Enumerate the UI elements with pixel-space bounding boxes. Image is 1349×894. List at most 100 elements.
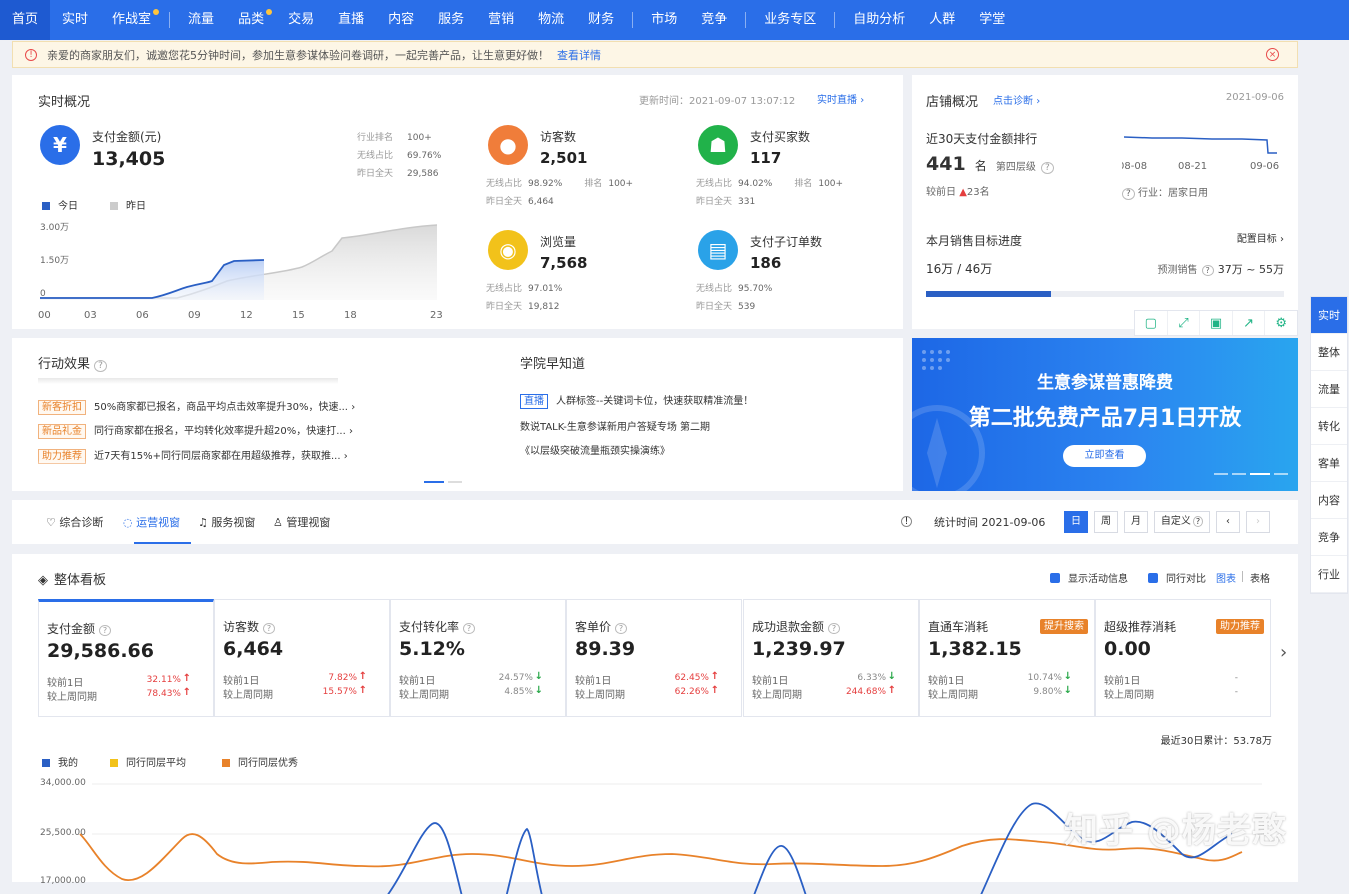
industry-label: ? 行业：居家日用 [1122, 184, 1208, 200]
banner-view-button[interactable]: 立即查看 [1063, 445, 1146, 467]
carousel-dots[interactable] [424, 468, 464, 483]
nav-label: 品类 [238, 12, 265, 27]
shop-date: 2021-09-06 [1225, 92, 1284, 103]
quick-nav-2[interactable]: 流量 [1311, 371, 1347, 408]
nav-item-4[interactable]: 品类 [226, 0, 276, 40]
period-month-button[interactable]: 月 [1124, 511, 1148, 533]
x-tick: 09-06 [1250, 161, 1279, 172]
quick-nav-4[interactable]: 客单 [1311, 445, 1347, 482]
today-area [40, 260, 264, 300]
show-activity-checkbox[interactable]: 显示活动信息 [1050, 570, 1128, 585]
kpi-badge[interactable]: 助力推荐 [1216, 619, 1264, 634]
kpi-card[interactable]: 支付转化率 ? 5.12% 较前1日 较上周同期 24.57% 4.85% ↓ ↓ [390, 599, 566, 717]
share-icon[interactable]: ↗ [1233, 311, 1266, 335]
banner-carousel-dots[interactable] [1210, 460, 1288, 479]
quick-nav-0[interactable]: 实时 [1311, 297, 1347, 334]
live-link[interactable]: 实时直播 › [817, 91, 864, 106]
copy-icon[interactable]: ▢ [1135, 311, 1168, 335]
goal-value: 16万 / 46万 [926, 262, 993, 276]
nav-item-16[interactable]: 人群 [917, 0, 967, 40]
nav-item-6[interactable]: 直播 [326, 0, 376, 40]
nav-item-10[interactable]: 物流 [526, 0, 576, 40]
realtime-title: 实时概况 [38, 95, 91, 110]
rank-value: 441 名 第四层级 ? [926, 153, 1054, 175]
expand-icon[interactable]: ⤢ [1168, 311, 1201, 335]
kpi-vs-day-value: 24.57% [498, 673, 533, 683]
quick-nav-7[interactable]: 行业 [1311, 556, 1347, 593]
nav-item-7[interactable]: 内容 [376, 0, 426, 40]
kpi-name: 支付转化率 ? [399, 618, 476, 635]
nav-item-8[interactable]: 服务 [426, 0, 476, 40]
realtime-trend-chart: 3.00万 1.50万 0 00 03 06 09 12 15 18 23 [38, 223, 443, 321]
academy-item[interactable]: 数说TALK-生意参谋新用户答疑专场 第二期 [520, 418, 710, 433]
x-tick: 03 [84, 310, 97, 321]
action-item[interactable]: 新品礼金 同行商家都在报名，平均转化效率提升超20%，快速打... › [38, 422, 353, 439]
users-icon: ☗ [698, 125, 738, 165]
kpi-vs-week-label: 较上周同期 [752, 690, 802, 701]
nav-item-1[interactable]: 实时 [50, 0, 100, 40]
kpi-vs-week-value: - [1234, 687, 1238, 697]
view-table-link[interactable]: 表格 [1250, 570, 1270, 585]
nav-item-17[interactable]: 学堂 [967, 0, 1017, 40]
kpi-vs-week-value: 62.26% [674, 687, 709, 697]
arrow-up-icon: ↑ [710, 671, 719, 682]
kpi-card[interactable]: 超级推荐消耗 助力推荐 0.00 较前1日 较上周同期 - - [1095, 599, 1271, 717]
nav-item-15[interactable]: 自助分析 [841, 0, 917, 40]
kpi-next-button[interactable]: › [1280, 642, 1287, 663]
chevron-right-icon: › [1280, 234, 1284, 245]
peer-compare-checkbox[interactable]: 同行对比 [1148, 570, 1206, 585]
goal-config-link[interactable]: 配置目标 › [1237, 230, 1284, 245]
kpi-card[interactable]: 客单价 ? 89.39 较前1日 较上周同期 62.45% 62.26% ↑ ↑ [566, 599, 742, 717]
period-week-button[interactable]: 周 [1094, 511, 1118, 533]
academy-item[interactable]: 《以层级突破流量瓶颈实操演练》 [520, 442, 670, 457]
nav-item-5[interactable]: 交易 [276, 0, 326, 40]
tab-overview[interactable]: ♡ 综合诊断 [46, 514, 103, 530]
pay-wireless: 无线占比 69.76% [357, 151, 442, 161]
arrow-down-icon: ↓ [534, 671, 543, 682]
nav-label: 作战室 [112, 12, 152, 27]
next-date-button[interactable]: › [1246, 511, 1270, 533]
banner-subtitle: 第二批免费产品7月1日开放 [968, 406, 1242, 431]
diagnose-link[interactable]: 点击诊断 › [993, 92, 1040, 107]
notice-detail-link[interactable]: 查看详情 [557, 47, 601, 63]
period-custom-button[interactable]: 自定义? [1154, 511, 1210, 533]
quick-nav-5[interactable]: 内容 [1311, 482, 1347, 519]
help-icon: ? [614, 623, 628, 634]
nav-item-13[interactable]: 竞争 [689, 0, 739, 40]
info-icon[interactable]: ! [901, 516, 912, 527]
promo-banner[interactable]: 生意参谋普惠降费 第二批免费产品7月1日开放 立即查看 [912, 338, 1298, 491]
arrow-down-icon: ↓ [887, 671, 896, 682]
save-icon[interactable]: ▣ [1200, 311, 1233, 335]
visitors-value: 2,501 [540, 149, 588, 167]
gear-icon[interactable]: ⚙ [1265, 311, 1297, 335]
close-icon[interactable]: × [1266, 48, 1279, 61]
nav-item-0[interactable]: 首页 [0, 0, 51, 40]
kpi-card[interactable]: 支付金额 ? 29,586.66 较前1日 较上周同期 32.11% 78.43% ↑ ↑ [38, 599, 214, 717]
prev-date-button[interactable]: ‹ [1216, 511, 1240, 533]
arrow-down-icon: ↓ [1063, 685, 1072, 696]
quick-nav-3[interactable]: 转化 [1311, 408, 1347, 445]
nav-item-14[interactable]: 业务专区 [752, 0, 828, 40]
kpi-vs-week-value: 9.80% [1033, 687, 1062, 697]
views-yesterday: 昨日全天 19,812 [486, 302, 560, 312]
action-item[interactable]: 新客折扣 50%商家都已报名，商品平均点击效率提升30%，快速... › [38, 398, 355, 415]
period-day-button[interactable]: 日 [1064, 511, 1088, 533]
tab-operations[interactable]: ◌ 运营视窗 [123, 514, 180, 530]
kpi-card[interactable]: 直通车消耗 提升搜索 1,382.15 较前1日 较上周同期 10.74% 9.80% ↓ ↓ [919, 599, 1095, 717]
nav-item-9[interactable]: 营销 [476, 0, 526, 40]
nav-item-3[interactable]: 流量 [176, 0, 226, 40]
nav-item-2[interactable]: 作战室 [100, 0, 163, 40]
academy-item[interactable]: 直播 人群标签--关键词卡位，快速获取精准流量！ [520, 392, 753, 409]
tab-management[interactable]: ♙ 管理视窗 [273, 514, 330, 530]
kpi-badge[interactable]: 提升搜索 [1040, 619, 1088, 634]
kpi-card[interactable]: 成功退款金额 ? 1,239.97 较前1日 较上周同期 6.33% 244.68% ↓ ↑ [743, 599, 919, 717]
kpi-card[interactable]: 访客数 ? 6,464 较前1日 较上周同期 7.82% 15.57% ↑ ↑ [214, 599, 390, 717]
quick-nav-6[interactable]: 竞争 [1311, 519, 1347, 556]
quick-nav-1[interactable]: 整体 [1311, 334, 1347, 371]
nav-item-11[interactable]: 财务 [576, 0, 626, 40]
nav-item-12[interactable]: 市场 [639, 0, 689, 40]
view-chart-link[interactable]: 图表 [1216, 570, 1236, 585]
tab-service[interactable]: ♫ 服务视窗 [198, 514, 255, 530]
help-icon: ? [94, 360, 107, 372]
kpi-vs-day-label: 较前1日 [1104, 676, 1141, 687]
